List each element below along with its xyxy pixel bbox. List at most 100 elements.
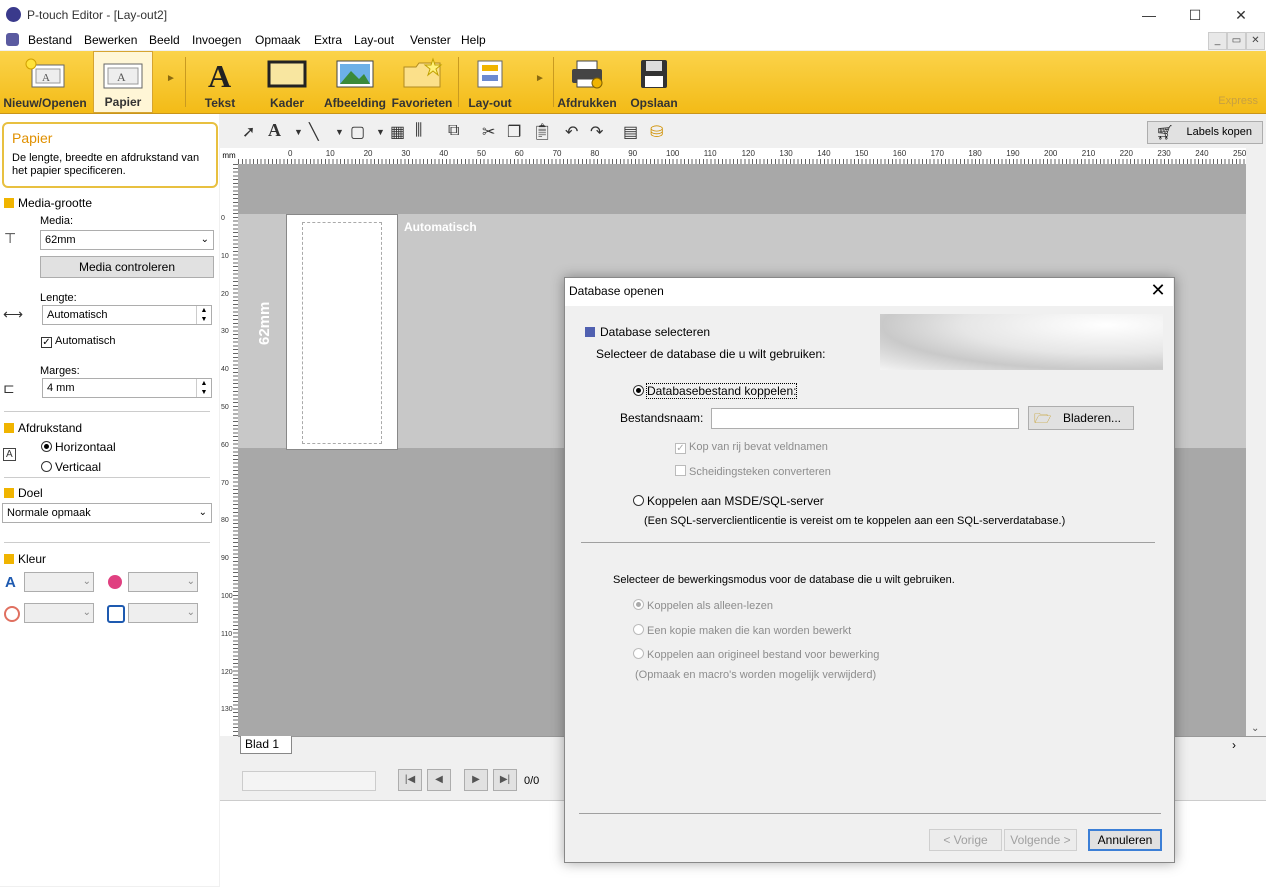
record-search-field[interactable] <box>242 771 376 791</box>
save-button[interactable]: Opslaan <box>624 51 684 113</box>
ribbon-expand-icon[interactable]: ► <box>533 73 547 84</box>
select-database-header: Database selecteren <box>585 325 710 339</box>
vertical-radio[interactable]: Verticaal <box>41 460 101 474</box>
ruler-tick-label: 20 <box>363 149 373 158</box>
vertical-scrollbar[interactable]: ⌄ <box>1246 164 1266 736</box>
next-button[interactable]: Volgende > <box>1004 829 1077 851</box>
mode-original-radio[interactable]: Koppelen aan origineel bestand voor bewe… <box>633 648 879 661</box>
mode-copy-radio[interactable]: Een kopie maken die kan worden bewerkt <box>633 624 851 637</box>
properties-icon[interactable]: ▤ <box>623 122 638 142</box>
media-select[interactable]: 62mm ⌄ <box>40 230 214 250</box>
document-icon[interactable] <box>6 33 19 46</box>
image-button[interactable]: Afbeelding <box>322 51 388 113</box>
check-media-button[interactable]: Media controleren <box>40 256 214 278</box>
ruler-tick-label: 220 <box>1119 149 1133 158</box>
previous-record-button[interactable]: ◀ <box>427 769 451 791</box>
minimize-button[interactable]: — <box>1126 0 1172 30</box>
previous-button[interactable]: < Vorige <box>929 829 1002 851</box>
table-tool-icon[interactable]: ▦ <box>390 122 405 142</box>
menu-opmaak[interactable]: Opmaak <box>255 33 300 47</box>
horizontal-label: Horizontaal <box>55 440 116 454</box>
target-select[interactable]: Normale opmaak ⌄ <box>2 503 212 523</box>
option-file-radio[interactable]: Databasebestand koppelen: <box>633 383 798 399</box>
menu-layout[interactable]: Lay-out <box>354 33 394 47</box>
mdi-restore-button[interactable]: ▭ <box>1227 32 1246 50</box>
auto-length-checkbox[interactable]: ✓ Automatisch <box>41 335 116 348</box>
margins-spinner[interactable]: 4 mm ▲ ▼ <box>42 378 212 398</box>
mode-copy-label: Een kopie maken die kan worden bewerkt <box>647 625 852 637</box>
dialog-close-button[interactable]: ✕ <box>1148 280 1168 301</box>
font-color-select[interactable]: ⌄ <box>24 572 94 592</box>
fill-color-select[interactable]: ⌄ <box>128 572 198 592</box>
menu-beeld[interactable]: Beeld <box>149 33 180 47</box>
browse-button[interactable]: 🗁︎ Bladeren... <box>1028 406 1134 430</box>
redo-icon[interactable]: ↷ <box>590 122 603 142</box>
maximize-button[interactable]: ☐ <box>1172 0 1218 30</box>
chevron-down-icon[interactable]: ▼ <box>335 127 344 137</box>
line-color-select[interactable]: ⌄ <box>24 603 94 623</box>
convert-separator-checkbox[interactable]: Scheidingsteken converteren <box>675 465 831 478</box>
divider <box>4 477 210 478</box>
option-file-label: Databasebestand koppelen: <box>645 383 798 399</box>
mdi-close-button[interactable]: ✕ <box>1246 32 1265 50</box>
next-record-button[interactable]: ▶ <box>464 769 488 791</box>
database-icon[interactable]: ⛁ <box>650 122 663 142</box>
cancel-button[interactable]: Annuleren <box>1088 829 1162 851</box>
favorites-label: Favorieten <box>391 96 453 110</box>
filename-input[interactable] <box>711 408 1019 429</box>
menu-invoegen[interactable]: Invoegen <box>192 33 241 47</box>
menu-bestand[interactable]: Bestand <box>28 33 72 47</box>
length-spinner[interactable]: Automatisch ▲ ▼ <box>42 305 212 325</box>
paper-button[interactable]: A Papier <box>93 51 153 113</box>
close-window-button[interactable]: ✕ <box>1218 0 1264 30</box>
dialog-title: Database openen <box>569 284 664 298</box>
arrange-icon[interactable]: ⧉ <box>448 122 459 140</box>
mdi-minimize-button[interactable]: _ <box>1208 32 1227 50</box>
chevron-down-icon: ⌄ <box>186 607 195 618</box>
ribbon-expand-icon[interactable]: ► <box>164 73 178 84</box>
spin-arrows-icon[interactable]: ▲ ▼ <box>196 379 211 397</box>
menu-help[interactable]: Help <box>461 33 486 47</box>
frame-button[interactable]: Kader <box>258 51 316 113</box>
divider <box>4 411 210 412</box>
scroll-down-icon[interactable]: ⌄ <box>1251 723 1259 734</box>
app-logo-icon <box>6 7 21 22</box>
print-button[interactable]: Afdrukken <box>556 51 618 113</box>
cut-icon[interactable]: ✂ <box>482 122 495 142</box>
save-label: Opslaan <box>630 96 678 110</box>
menu-bewerken[interactable]: Bewerken <box>84 33 137 47</box>
chevron-down-icon: ⌄ <box>200 234 209 245</box>
chevron-down-icon[interactable]: ▼ <box>294 127 303 137</box>
text-button[interactable]: A Tekst <box>192 51 248 113</box>
mode-readonly-radio[interactable]: Koppelen als alleen-lezen <box>633 599 773 612</box>
chevron-down-icon[interactable]: ▼ <box>376 127 385 137</box>
text-tool-icon[interactable]: A <box>268 120 281 141</box>
buy-labels-button[interactable]: 🛒︎ Labels kopen <box>1147 121 1263 144</box>
menu-extra[interactable]: Extra <box>314 33 342 47</box>
browse-button-label: Bladeren... <box>1062 411 1121 425</box>
paste-icon[interactable]: 📋︎ <box>532 122 552 142</box>
copy-icon[interactable]: ❐ <box>507 122 521 142</box>
rectangle-tool-icon[interactable]: ▢ <box>350 122 365 142</box>
last-record-button[interactable]: ▶| <box>493 769 517 791</box>
line-tool-icon[interactable]: ╲ <box>309 122 319 142</box>
ruler-tick-label: 110 <box>221 630 233 638</box>
new-open-button[interactable]: A Nieuw/Openen <box>0 51 90 113</box>
layout-button[interactable]: Lay-out <box>462 51 518 113</box>
chevron-right-icon[interactable]: › <box>1232 738 1236 752</box>
spin-arrows-icon[interactable]: ▲ ▼ <box>196 306 211 324</box>
horizontal-radio[interactable]: Horizontaal <box>41 440 116 454</box>
favorites-button[interactable]: Favorieten <box>390 51 454 113</box>
menu-venster[interactable]: Venster <box>410 33 451 47</box>
sheet-tab[interactable]: Blad 1 <box>240 736 292 754</box>
header-row-checkbox[interactable]: ✓ Kop van rij bevat veldnamen <box>675 441 828 454</box>
media-label: Media: <box>40 215 74 227</box>
barcode-tool-icon[interactable]: ⫼ <box>415 122 422 140</box>
layout-label: Lay-out <box>468 96 512 110</box>
first-record-button[interactable]: |◀ <box>398 769 422 791</box>
undo-icon[interactable]: ↶ <box>565 122 578 142</box>
select-arrow-icon[interactable]: ➚ <box>242 122 255 142</box>
background-color-select[interactable]: ⌄ <box>128 603 198 623</box>
option-sql-radio[interactable]: Koppelen aan MSDE/SQL-server <box>633 494 824 508</box>
shopping-cart-icon: 🛒︎ <box>1156 124 1174 140</box>
